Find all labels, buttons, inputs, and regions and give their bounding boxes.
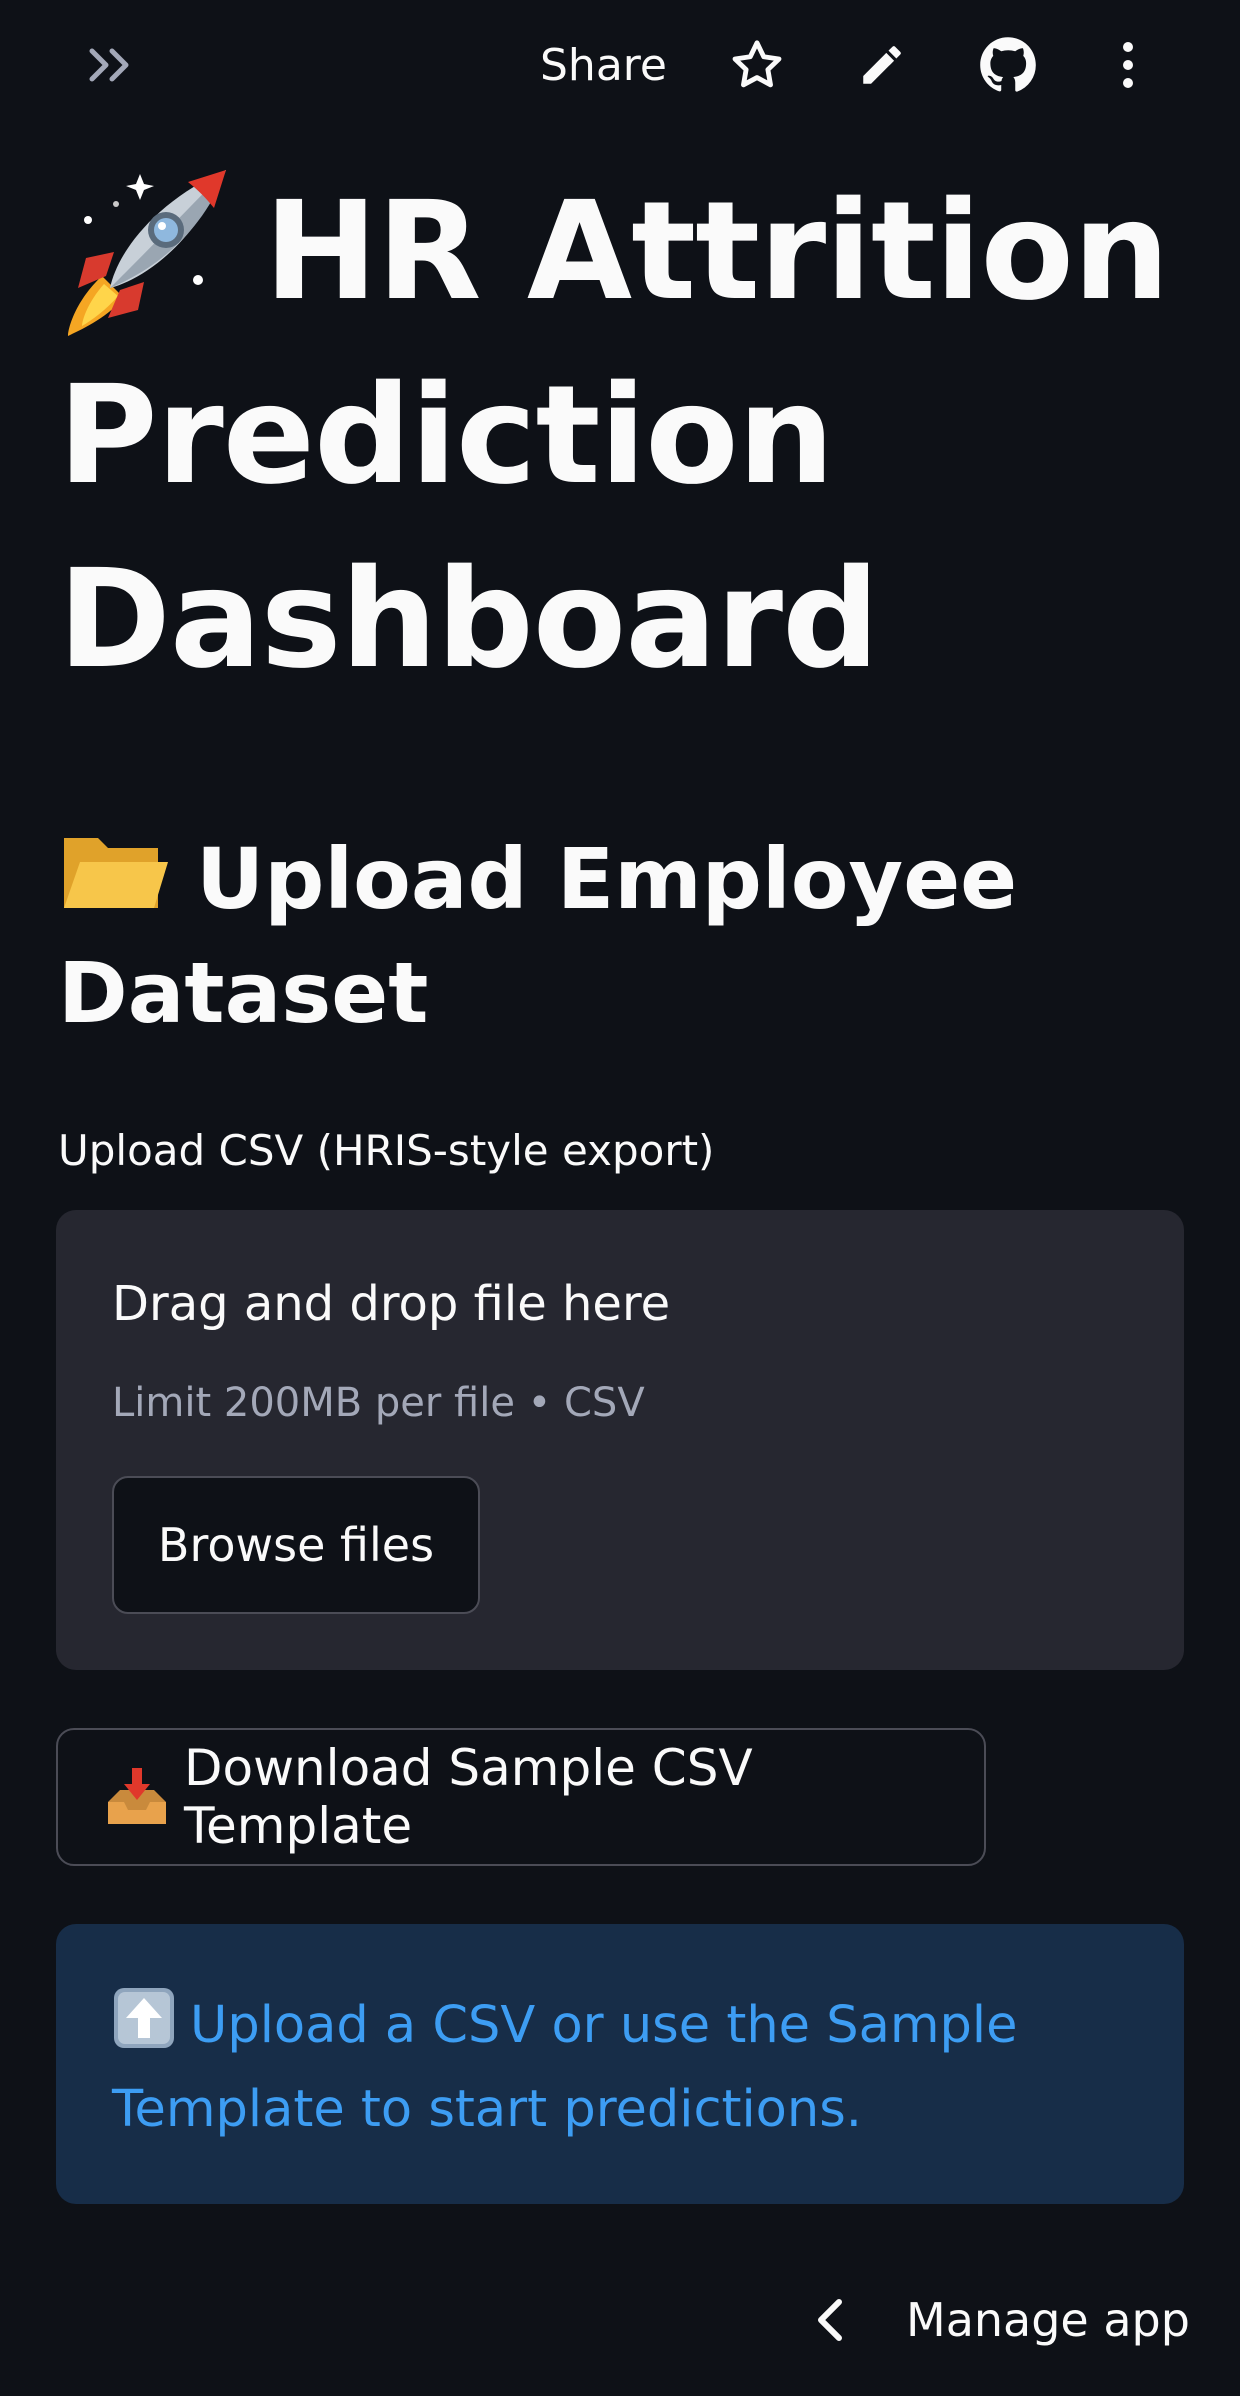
dropzone-title: Drag and drop file here (112, 1276, 671, 1332)
dropzone-limit: Limit 200MB per file • CSV (112, 1380, 645, 1426)
info-alert: Upload a CSV or use the Sample Template … (56, 1924, 1184, 2204)
inbox-tray-emoji-icon (104, 1764, 170, 1830)
upload-label: Upload CSV (HRIS-style export) (58, 1126, 715, 1175)
file-dropzone[interactable]: Drag and drop file here Limit 200MB per … (56, 1210, 1184, 1670)
page-title: HR Attrition Prediction Dashboard (58, 160, 1198, 712)
more-vertical-icon[interactable] (1096, 34, 1160, 96)
sidebar-expand-icon[interactable] (76, 34, 146, 96)
up-arrow-emoji-icon (112, 1986, 176, 2050)
info-message: Upload a CSV or use the Sample Template … (112, 1996, 1018, 2139)
browse-files-button[interactable]: Browse files (112, 1476, 480, 1614)
open-folder-emoji-icon (58, 822, 170, 922)
chevron-left-icon (800, 2290, 860, 2350)
section-heading-text: Upload Employee Dataset (58, 830, 1018, 1042)
manage-app-button[interactable]: Manage app (800, 2280, 1190, 2360)
download-template-button[interactable]: Download Sample CSV Template (56, 1728, 986, 1866)
rocket-emoji-icon (58, 160, 234, 344)
info-alert-text: Upload a CSV or use the Sample Template … (112, 1984, 1128, 2152)
pencil-icon[interactable] (850, 34, 914, 96)
top-toolbar: Share (0, 0, 1240, 130)
share-label: Share (540, 39, 667, 91)
manage-app-label: Manage app (906, 2293, 1190, 2347)
star-icon[interactable] (725, 34, 789, 96)
download-template-label: Download Sample CSV Template (184, 1739, 753, 1855)
section-heading: Upload Employee Dataset (58, 822, 1198, 1050)
github-icon[interactable] (976, 34, 1040, 96)
browse-files-label: Browse files (157, 1518, 435, 1572)
share-button[interactable]: Share (530, 34, 677, 96)
app-page: Share HR Attrition Prediction Dashboard … (0, 0, 1240, 2396)
